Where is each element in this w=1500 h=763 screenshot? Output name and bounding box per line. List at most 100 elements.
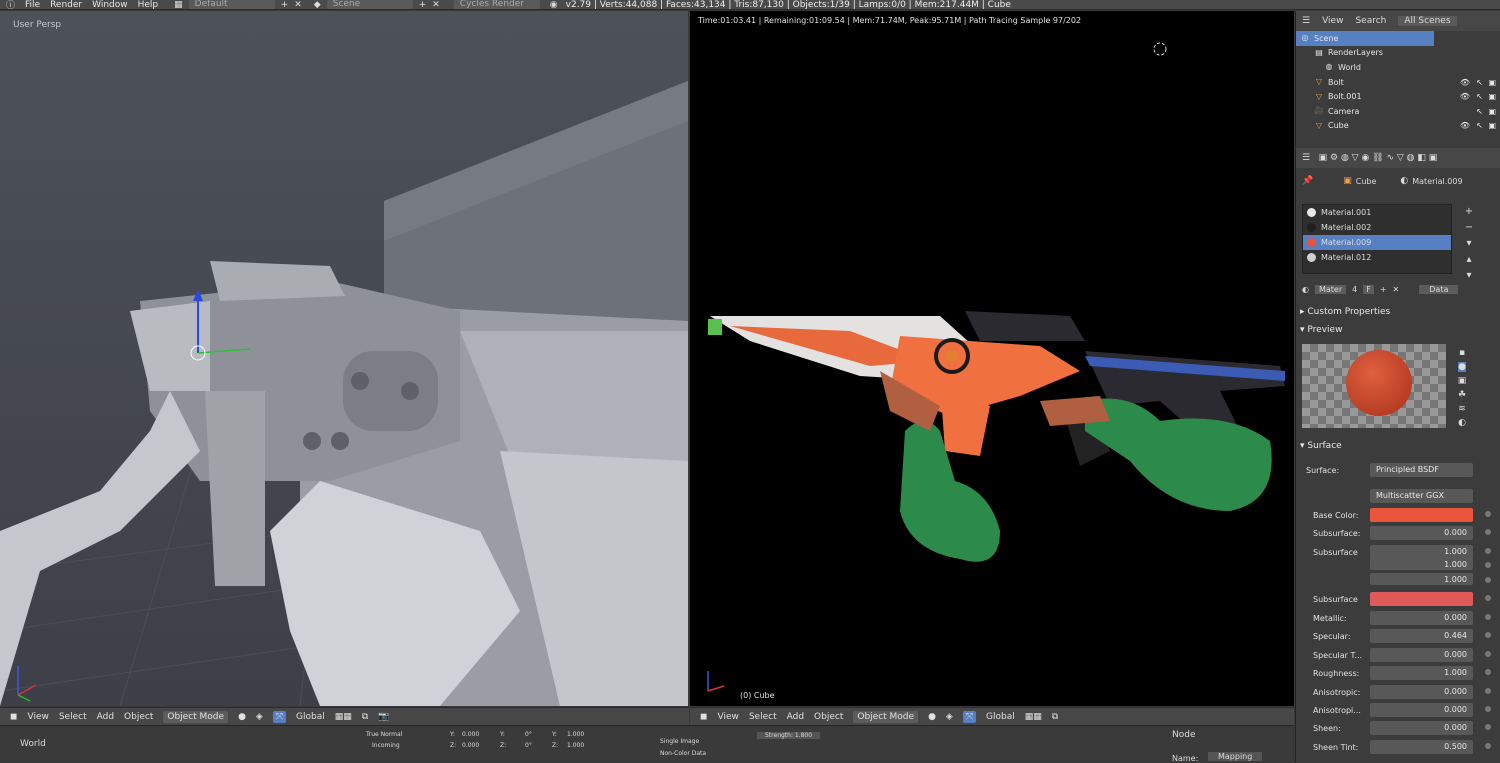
add-scene-icon[interactable]: + [419,0,427,9]
prop-value-field[interactable]: 0.000 [1370,611,1473,625]
select-cursor-icon[interactable]: ↖ [1476,107,1483,116]
material-slot-list[interactable]: Material.001 Material.002 Material.009 M… [1302,204,1452,274]
socket-link-icon[interactable] [1485,511,1491,517]
select-cursor-icon[interactable]: ↖ [1476,121,1483,130]
strength-field[interactable]: Strength: 1.800 [757,732,821,739]
menu-view[interactable]: View [717,712,738,722]
manipulator-icon[interactable]: ⤧ [962,710,977,723]
shading-icon[interactable]: ● [238,712,246,722]
snap-icon[interactable]: ⧉ [1052,712,1058,722]
outliner-row-bolt001[interactable]: ▽ Bolt.001 👁 ↖ ▣ [1296,89,1500,104]
context-material[interactable]: Material.009 [1412,177,1462,186]
pin-icon[interactable]: 📌 [1302,176,1313,186]
prop-value-field[interactable]: 0.000 [1370,721,1473,735]
select-cursor-icon[interactable]: ↖ [1476,92,1483,101]
visibility-eye-icon[interactable]: 👁 [1460,92,1470,101]
render-icon[interactable]: 📷 [378,712,389,722]
material-slot[interactable]: Material.012 [1303,250,1451,265]
prop-value-field[interactable]: 0.000 [1370,703,1473,717]
layout-icon[interactable]: ▦ [174,0,183,9]
layout-field[interactable]: Default [188,0,275,9]
socket-link-icon[interactable] [1485,651,1491,657]
outliner[interactable]: ☰ View Search All Scenes ◎ Scene ▤ RenderL… [1295,11,1500,147]
menu-help[interactable]: Help [138,0,159,9]
menu-file[interactable]: File [25,0,40,9]
surface-shader-select[interactable]: Principled BSDF [1370,463,1473,477]
manipulator-icon[interactable]: ⤧ [272,710,287,723]
viewport-solid[interactable]: User Persp [0,11,688,706]
outliner-tab-search[interactable]: Search [1355,16,1386,26]
render-camera-icon[interactable]: ▣ [1488,107,1496,116]
link-data-select[interactable]: Data [1419,284,1459,294]
menu-view[interactable]: View [27,712,48,722]
prop-value-field[interactable]: 1.000 [1370,666,1473,680]
socket-link-icon[interactable] [1485,614,1491,620]
socket-link-icon[interactable] [1485,743,1491,749]
render-camera-icon[interactable]: ▣ [1488,121,1496,130]
rot-z-value[interactable]: 0° [525,742,532,749]
unlink-material-icon[interactable]: ✕ [1393,285,1400,294]
mode-select[interactable]: Object Mode [853,710,919,723]
coord-z-value[interactable]: 0.000 [462,742,479,749]
orientation-select[interactable]: Global [986,712,1015,722]
material-slot[interactable]: Material.002 [1303,220,1451,235]
remove-scene-icon[interactable]: ✕ [432,0,440,9]
new-material-icon[interactable]: + [1380,285,1387,294]
fake-user-button[interactable]: F [1363,284,1374,294]
node-output-true-normal[interactable]: True Normal [366,731,402,738]
properties-editor[interactable]: ☰ ▣ ⚙ ◍ ▽ ◉ ⛓ ∿ ▽ ◍ ◧ ▣ 📌 ▣ Cube ◐ Mater… [1295,148,1500,762]
shading-icon[interactable]: ● [928,712,936,722]
distribution-select[interactable]: Multiscatter GGX [1370,489,1473,503]
material-slot[interactable]: Material.001 [1303,205,1451,220]
editor-type-icon[interactable]: ◼ [10,712,17,722]
outliner-row-cube[interactable]: ▽ Cube 👁 ↖ ▣ [1296,119,1500,134]
scale-z-value[interactable]: 1.000 [567,742,584,749]
outliner-row-world[interactable]: ◍ World [1296,60,1500,75]
pivot-icon[interactable]: ◈ [256,712,263,722]
socket-link-icon[interactable] [1485,577,1491,583]
material-slot-selected[interactable]: Material.009 [1303,235,1451,250]
layers-icon[interactable]: ▦▦ [335,712,352,722]
menu-object[interactable]: Object [124,712,153,722]
prop-value-field[interactable] [1370,592,1473,606]
outliner-row-renderlayers[interactable]: ▤ RenderLayers [1296,46,1500,61]
select-cursor-icon[interactable]: ↖ [1476,78,1483,87]
properties-tab-bar[interactable]: ☰ ▣ ⚙ ◍ ▽ ◉ ⛓ ∿ ▽ ◍ ◧ ▣ [1296,148,1500,168]
outliner-editor-icon[interactable]: ☰ [1302,16,1310,26]
socket-link-icon[interactable] [1485,548,1491,554]
socket-link-icon[interactable] [1485,669,1491,675]
orientation-select[interactable]: Global [296,712,325,722]
preview-type-buttons[interactable]: ▪ ● ▣ ☘ ≋ ◐ [1456,346,1468,430]
visibility-eye-icon[interactable]: 👁 [1460,78,1470,87]
outliner-tab-view[interactable]: View [1322,16,1343,26]
slot-buttons[interactable]: + − ▾ ▴ ▾ [1463,204,1475,284]
prop-value-field[interactable]: 1.000 [1370,558,1473,570]
socket-link-icon[interactable] [1485,706,1491,712]
snap-icon[interactable]: ⧉ [362,712,368,722]
layers-icon[interactable]: ▦▦ [1025,712,1042,722]
pivot-icon[interactable]: ◈ [946,712,953,722]
coord-y-value[interactable]: 0.000 [462,731,479,738]
scale-y-value[interactable]: 1.000 [567,731,584,738]
material-users-count[interactable]: 4 [1352,285,1357,294]
material-name-field[interactable]: Mater [1314,284,1347,294]
scene-field[interactable]: Scene [326,0,413,9]
render-camera-icon[interactable]: ▣ [1488,78,1496,87]
viewport-rendered[interactable]: Time:01:03.41 | Remaining:01:09.54 | Mem… [690,11,1294,706]
rot-y-value[interactable]: 0° [525,731,532,738]
menu-select[interactable]: Select [749,712,777,722]
remove-layout-icon[interactable]: ✕ [294,0,302,9]
prop-value-field[interactable]: 0.000 [1370,526,1473,540]
node-panel-header[interactable]: Node [1172,730,1196,740]
editor-type-icon[interactable]: ◼ [700,712,707,722]
prop-value-field[interactable]: 0.464 [1370,629,1473,643]
visibility-eye-icon[interactable]: 👁 [1460,121,1470,130]
outliner-row-scene[interactable]: ◎ Scene [1296,31,1434,46]
mode-select[interactable]: Object Mode [163,710,229,723]
node-editor-strip[interactable]: World True Normal Incoming Y: 0.000 Z: 0… [0,725,1294,763]
socket-link-icon[interactable] [1485,595,1491,601]
outliner-row-camera[interactable]: 🎥 Camera ↖ ▣ [1296,104,1500,119]
node-name-field[interactable]: Mapping [1208,752,1263,761]
outliner-row-bolt[interactable]: ▽ Bolt 👁 ↖ ▣ [1296,75,1500,90]
menu-select[interactable]: Select [59,712,87,722]
